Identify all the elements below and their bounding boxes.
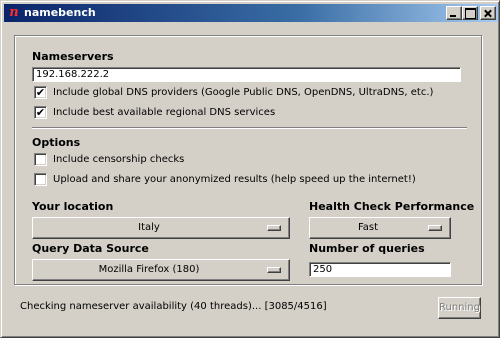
upload-results-checkbox-row[interactable]: Upload and share your anonymized results… xyxy=(34,173,454,187)
settings-panel: Nameservers ✔ Include global DNS provide… xyxy=(14,35,482,285)
health-check-heading: Health Check Performance xyxy=(309,200,475,213)
include-global-checkbox-row[interactable]: ✔ Include global DNS providers (Google P… xyxy=(34,86,454,100)
query-source-dropdown[interactable]: Mozilla Firefox (180) xyxy=(32,259,290,281)
upload-results-label: Upload and share your anonymized results… xyxy=(53,174,416,185)
status-message: Checking nameserver availability (40 thr… xyxy=(20,301,327,312)
query-source-heading: Query Data Source xyxy=(32,242,149,255)
censorship-label: Include censorship checks xyxy=(53,154,185,165)
run-button[interactable]: Running xyxy=(438,297,481,319)
include-regional-checkbox[interactable]: ✔ xyxy=(34,106,47,119)
dropdown-indicator-icon xyxy=(267,267,281,273)
include-global-checkbox[interactable]: ✔ xyxy=(34,86,47,99)
namebench-app-icon: n xyxy=(9,5,19,20)
query-source-value: Mozilla Firefox (180) xyxy=(98,264,200,275)
dropdown-indicator-icon xyxy=(267,225,281,231)
include-global-label: Include global DNS providers (Google Pub… xyxy=(53,87,434,98)
censorship-checkbox[interactable] xyxy=(34,153,47,166)
maximize-button[interactable] xyxy=(462,6,478,20)
number-of-queries-heading: Number of queries xyxy=(309,242,425,255)
title-bar[interactable]: n namebench xyxy=(4,4,498,22)
censorship-checkbox-row[interactable]: Include censorship checks xyxy=(34,153,454,167)
location-value: Italy xyxy=(138,222,160,233)
window-title: namebench xyxy=(24,6,96,19)
health-check-dropdown[interactable]: Fast xyxy=(309,217,451,239)
include-regional-label: Include best available regional DNS serv… xyxy=(53,107,276,118)
location-heading: Your location xyxy=(32,200,114,213)
include-regional-checkbox-row[interactable]: ✔ Include best available regional DNS se… xyxy=(34,106,454,120)
minimize-button[interactable] xyxy=(446,6,462,20)
health-check-value: Fast xyxy=(357,222,379,233)
location-dropdown[interactable]: Italy xyxy=(32,217,290,239)
namebench-window: n namebench Nameservers ✔ Include global… xyxy=(0,0,500,338)
upload-results-checkbox[interactable] xyxy=(34,173,47,186)
number-of-queries-input[interactable] xyxy=(309,262,451,277)
section-divider xyxy=(32,127,467,129)
dropdown-indicator-icon xyxy=(428,225,442,231)
options-heading: Options xyxy=(32,136,81,149)
nameservers-input[interactable] xyxy=(32,67,461,82)
nameservers-heading: Nameservers xyxy=(32,50,114,63)
close-button[interactable] xyxy=(480,6,496,20)
